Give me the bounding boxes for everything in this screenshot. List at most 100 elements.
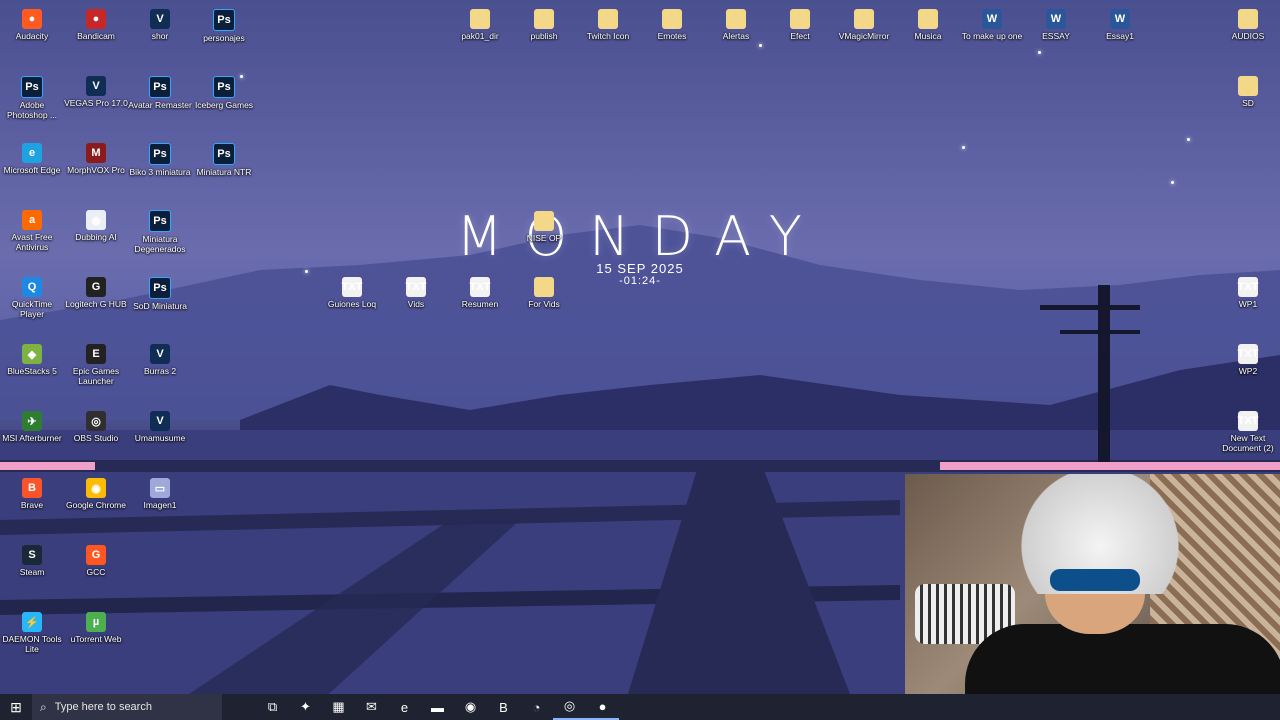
desktop-icon-biko-3-miniatura[interactable]: Ps Biko 3 miniatura	[128, 137, 192, 199]
text-file-icon: TXT	[1238, 344, 1258, 364]
desktop-icon-gcc[interactable]: G GCC	[64, 539, 128, 601]
desktop-icon-sd[interactable]: SD	[1216, 70, 1280, 132]
desktop-icon-guiones-loq[interactable]: TXT Guiones Loq	[320, 271, 384, 333]
folder-icon	[534, 9, 554, 29]
desktop-icon-epic-games-launcher[interactable]: E Epic Games Launcher	[64, 338, 128, 400]
discord-icon: ◔	[532, 699, 541, 715]
taskbar-microsoft-store-button[interactable]: ▦	[322, 694, 355, 720]
folder-icon	[1238, 9, 1258, 29]
desktop-icon-imagen1[interactable]: ▭ Imagen1	[128, 472, 192, 534]
desktop-icon-miniatura-degenerados[interactable]: Ps Miniatura Degenerados	[128, 204, 192, 266]
desktop-icon-to-make-up-one[interactable]: W To make up one	[960, 3, 1024, 65]
taskbar-obs-button[interactable]: ◎	[553, 694, 586, 720]
app-icon: ●	[22, 9, 42, 29]
desktop-icon-label: AUDIOS	[1231, 31, 1265, 41]
desktop-icon-nise-op[interactable]: NISE OP	[512, 205, 576, 267]
desktop-icon-daemon-tools-lite[interactable]: ⚡ DAEMON Tools Lite	[0, 606, 64, 668]
desktop-icon-pak01-dir[interactable]: pak01_dir	[448, 3, 512, 65]
photoshop-file-icon: Ps	[213, 76, 235, 98]
desktop-icon-bandicam[interactable]: ● Bandicam	[64, 3, 128, 65]
text-file-icon: TXT	[1238, 411, 1258, 431]
desktop-icon-brave[interactable]: B Brave	[0, 472, 64, 534]
photoshop-file-icon: Ps	[149, 76, 171, 98]
taskbar-file-explorer-button[interactable]: ▬	[421, 694, 454, 720]
taskbar-task-view-button[interactable]: ⧉	[256, 694, 289, 720]
folder-icon	[726, 9, 746, 29]
taskbar-search-box[interactable]: ⌕ Type here to search	[32, 694, 222, 720]
desktop-icon-label: Microsoft Edge	[3, 165, 61, 175]
desktop-icon-iceberg-games[interactable]: Ps Iceberg Games	[192, 70, 256, 132]
taskbar-chrome-button[interactable]: ◉	[454, 694, 487, 720]
desktop-icon-label: Guiones Loq	[327, 299, 377, 309]
app-icon: G	[86, 277, 106, 297]
desktop-icon-resumen[interactable]: TXT Resumen	[448, 271, 512, 333]
desktop-icon-steam[interactable]: S Steam	[0, 539, 64, 601]
desktop-icon-dubbing-ai[interactable]: ◉ Dubbing AI	[64, 204, 128, 266]
desktop-icon-label: Brave	[20, 500, 44, 510]
app-icon: ◆	[22, 344, 42, 364]
desktop-icon-utorrent-web[interactable]: µ uTorrent Web	[64, 606, 128, 668]
desktop-icon-bluestacks-5[interactable]: ◆ BlueStacks 5	[0, 338, 64, 400]
start-button[interactable]: ⊞	[0, 694, 32, 720]
desktop-icon-morphvox-pro[interactable]: M MorphVOX Pro	[64, 137, 128, 199]
desktop-icon-microsoft-edge[interactable]: e Microsoft Edge	[0, 137, 64, 199]
desktop-icon-msi-afterburner[interactable]: ✈ MSI Afterburner	[0, 405, 64, 467]
desktop-icon-efect[interactable]: Efect	[768, 3, 832, 65]
desktop-icon-burras-2[interactable]: V Burras 2	[128, 338, 192, 400]
search-placeholder: Type here to search	[54, 701, 152, 713]
desktop-icon-label: Bandicam	[77, 31, 115, 41]
taskbar-edge-button[interactable]: e	[388, 694, 421, 720]
desktop-icon-label: GCC	[86, 567, 106, 577]
desktop-icon-adobe-photoshop[interactable]: Ps Adobe Photoshop ...	[0, 70, 64, 132]
text-file-icon: TXT	[342, 277, 362, 297]
app-icon: M	[86, 143, 106, 163]
taskbar-copilot-button[interactable]: ✦	[289, 694, 322, 720]
desktop-icon-label: QuickTime Player	[11, 299, 53, 319]
desktop-icon-google-chrome[interactable]: ◉ Google Chrome	[64, 472, 128, 534]
desktop-icon-umamusume[interactable]: V Umamusume	[128, 405, 192, 467]
desktop-icon-personajes[interactable]: Ps personajes	[192, 3, 256, 65]
desktop-icon-avatar-remaster[interactable]: Ps Avatar Remaster	[128, 70, 192, 132]
desktop-icon-label: Epic Games Launcher	[72, 366, 120, 386]
taskbar-discord-button[interactable]: ◔	[520, 694, 553, 720]
desktop-icon-wp2[interactable]: TXT WP2	[1216, 338, 1280, 400]
text-file-icon: TXT	[406, 277, 426, 297]
desktop-icon-logitech-g-hub[interactable]: G Logitech G HUB	[64, 271, 128, 333]
desktop-icon-audacity[interactable]: ● Audacity	[0, 3, 64, 65]
desktop-icon-essay1[interactable]: W Essay1	[1088, 3, 1152, 65]
desktop-icon-label: MorphVOX Pro	[67, 165, 125, 175]
desktop-icon-vegas-pro-17-0[interactable]: V VEGAS Pro 17.0	[64, 70, 128, 132]
desktop-icon-wp1[interactable]: TXT WP1	[1216, 271, 1280, 333]
taskbar-brave-button[interactable]: B	[487, 694, 520, 720]
desktop-icon-label: For Vids	[528, 299, 560, 309]
bandicam-icon: ●	[598, 698, 607, 714]
desktop-icon-publish[interactable]: publish	[512, 3, 576, 65]
desktop-icon-quicktime-player[interactable]: Q QuickTime Player	[0, 271, 64, 333]
desktop-icon-for-vids[interactable]: For Vids	[512, 271, 576, 333]
desktop-icon-sod-miniatura[interactable]: Ps SoD Miniatura	[128, 271, 192, 333]
desktop-icon-shor[interactable]: Vshor	[128, 3, 192, 65]
desktop-icon-vids[interactable]: TXT Vids	[384, 271, 448, 333]
desktop-icon-avast-free-antivirus[interactable]: a Avast Free Antivirus	[0, 204, 64, 266]
desktop-icon-musica[interactable]: Musica	[896, 3, 960, 65]
chrome-icon: ◉	[464, 699, 477, 714]
desktop-icon-essay[interactable]: W ESSAY	[1024, 3, 1088, 65]
desktop-icon-twitch-icon[interactable]: Twitch Icon	[576, 3, 640, 65]
taskbar-outlook-button[interactable]: ✉	[355, 694, 388, 720]
desktop-icon-obs-studio[interactable]: ◎ OBS Studio	[64, 405, 128, 467]
brave-icon: B	[499, 699, 508, 715]
outlook-icon: ✉	[366, 699, 377, 714]
desktop-icon-miniatura-ntr[interactable]: Ps Miniatura NTR	[192, 137, 256, 199]
word-document-icon: W	[1110, 9, 1130, 29]
edge-icon: e	[400, 699, 409, 715]
desktop-icon-label: VMagicMirror	[838, 31, 890, 41]
desktop-icon-vmagicmirror[interactable]: VMagicMirror	[832, 3, 896, 65]
desktop-icon-audios[interactable]: AUDIOS	[1216, 3, 1280, 65]
desktop-icon-emotes[interactable]: Emotes	[640, 3, 704, 65]
desktop-icon-new-text-document-2[interactable]: TXT New Text Document (2)	[1216, 405, 1280, 467]
desktop-icon-label: Vids	[407, 299, 425, 309]
desktop-icon-label: Biko 3 miniatura	[129, 167, 191, 177]
desktop-icon-label: Miniatura NTR	[196, 167, 252, 177]
taskbar-bandicam-button[interactable]: ●	[586, 694, 619, 720]
desktop-icon-alertas[interactable]: Alertas	[704, 3, 768, 65]
